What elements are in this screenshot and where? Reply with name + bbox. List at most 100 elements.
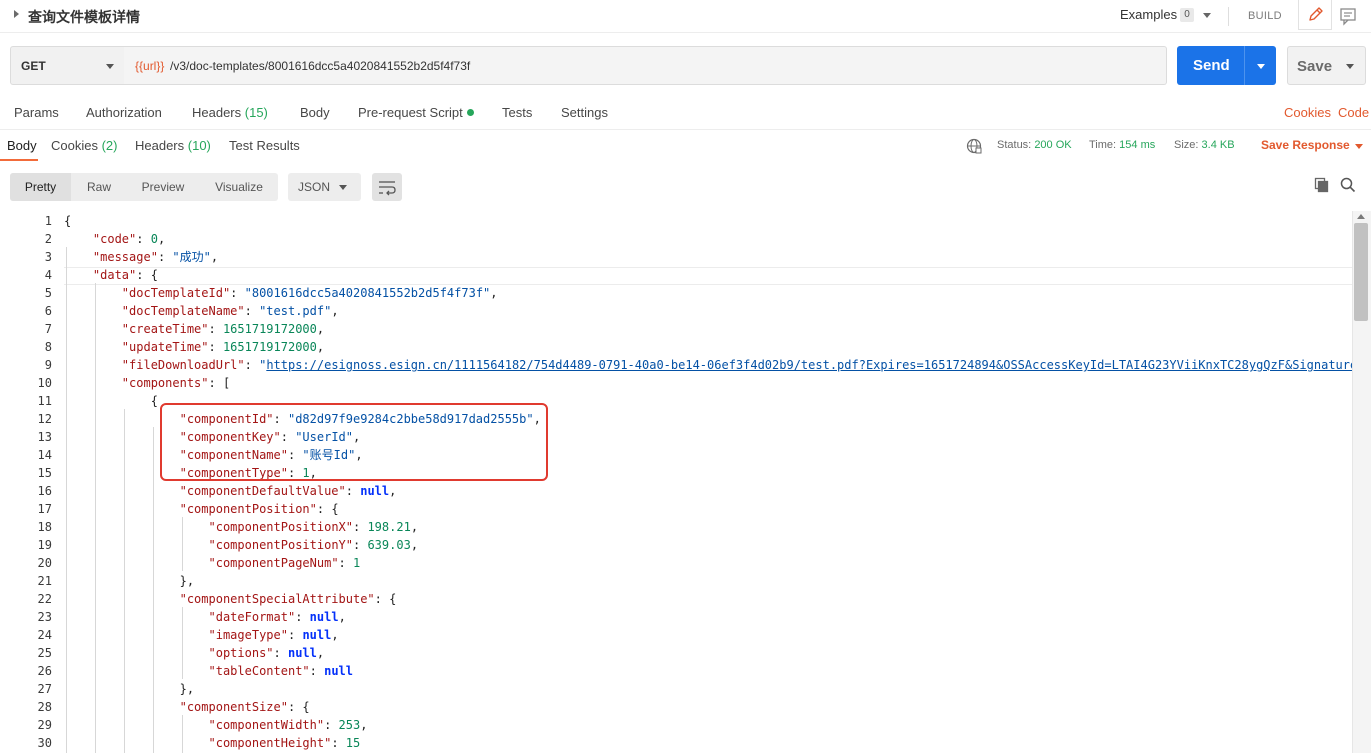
chevron-down-icon[interactable] bbox=[1203, 13, 1211, 18]
save-button[interactable]: Save bbox=[1287, 46, 1366, 85]
request-url-input[interactable]: {{url}} /v3/doc-templates/8001616dcc5a40… bbox=[124, 46, 1167, 85]
download-url-link[interactable]: https://esignoss.esign.cn/1111564182/754… bbox=[266, 358, 1364, 372]
status-readout: Status: 200 OK bbox=[997, 139, 1072, 151]
code-token: , bbox=[410, 538, 419, 552]
code-token: : bbox=[208, 322, 223, 336]
network-globe-icon[interactable] bbox=[966, 138, 982, 154]
examples-dropdown[interactable]: Examples bbox=[1120, 7, 1177, 22]
code-token: null bbox=[360, 484, 390, 498]
code-token: , bbox=[490, 286, 498, 300]
format-raw[interactable]: Raw bbox=[78, 173, 120, 201]
examples-count-badge: 0 bbox=[1180, 8, 1194, 22]
code-token: : bbox=[331, 736, 346, 750]
code-token: "docTemplateName" bbox=[121, 304, 245, 318]
code-token: null bbox=[324, 664, 354, 678]
current-line-highlight bbox=[64, 267, 1352, 285]
code-token: , bbox=[338, 610, 346, 624]
chevron-down-icon bbox=[106, 64, 114, 69]
format-visualize[interactable]: Visualize bbox=[208, 173, 270, 201]
line-number: 16 bbox=[37, 484, 52, 498]
line-number: 10 bbox=[37, 376, 52, 390]
code-line: "componentSpecialAttribute": { bbox=[64, 590, 397, 608]
line-number: 17 bbox=[37, 502, 52, 516]
code-line: "message": "成功", bbox=[64, 248, 218, 266]
chevron-down-icon[interactable] bbox=[1355, 144, 1363, 149]
request-title[interactable]: 查询文件模板详情 bbox=[28, 7, 140, 27]
copy-icon[interactable] bbox=[1314, 177, 1330, 193]
code-token: "8001616dcc5a4020841552b2d5f4f73f" bbox=[244, 286, 491, 300]
tab-body[interactable]: Body bbox=[300, 105, 330, 120]
wrap-lines-button[interactable] bbox=[372, 173, 402, 201]
scrollbar-thumb[interactable] bbox=[1354, 223, 1368, 321]
line-number: 8 bbox=[44, 340, 52, 354]
code-token: { bbox=[64, 214, 72, 228]
search-icon[interactable] bbox=[1340, 177, 1356, 193]
divider bbox=[1228, 7, 1229, 26]
save-button-label: Save bbox=[1297, 58, 1333, 75]
response-tab-cookies-label: Cookies bbox=[51, 138, 98, 153]
response-tab-body[interactable]: Body bbox=[7, 138, 37, 153]
code-token: null bbox=[309, 610, 339, 624]
response-tab-headers-label: Headers bbox=[135, 138, 185, 153]
code-token: "componentDefaultValue" bbox=[179, 484, 346, 498]
url-variable: {{url}} bbox=[135, 59, 165, 73]
code-token: "tableContent" bbox=[208, 664, 310, 678]
request-tabs: Params Authorization Headers (15) Body P… bbox=[0, 98, 1371, 130]
code-line: "componentPositionX": 198.21, bbox=[64, 518, 419, 536]
collapse-caret-icon[interactable] bbox=[14, 10, 19, 18]
code-token: "componentPositionX" bbox=[208, 520, 354, 534]
code-token: : { bbox=[287, 700, 310, 714]
code-token: "imageType" bbox=[208, 628, 288, 642]
tab-tests[interactable]: Tests bbox=[502, 105, 532, 120]
code-line: "componentDefaultValue": null, bbox=[64, 482, 397, 500]
line-number: 18 bbox=[37, 520, 52, 534]
send-button[interactable]: Send bbox=[1177, 46, 1276, 85]
code-token: : bbox=[309, 664, 325, 678]
code-line: { bbox=[64, 392, 158, 410]
response-tabs: Body Cookies (2) Headers (10) Test Resul… bbox=[0, 131, 1371, 161]
line-number: 3 bbox=[44, 250, 52, 264]
line-number: 12 bbox=[37, 412, 52, 426]
http-method-select[interactable]: GET bbox=[10, 46, 125, 85]
response-body-editor[interactable]: 1 {2 "code": 0, 3 "message": "成功", 4 "data"… bbox=[0, 211, 1371, 753]
code-token: { bbox=[64, 394, 158, 408]
save-options-chevron-icon[interactable] bbox=[1346, 64, 1354, 69]
code-line: "componentPosition": { bbox=[64, 500, 339, 518]
code-link[interactable]: Code bbox=[1338, 105, 1369, 120]
language-select[interactable]: JSON bbox=[288, 173, 361, 201]
format-pretty[interactable]: Pretty bbox=[10, 173, 71, 201]
code-token: "componentSpecialAttribute" bbox=[179, 592, 375, 606]
time-value[interactable]: 154 ms bbox=[1119, 139, 1155, 151]
tab-headers-count: (15) bbox=[244, 105, 268, 120]
build-mode-label[interactable]: BUILD bbox=[1248, 10, 1282, 22]
tab-pre-request-label: Pre-request Script bbox=[358, 105, 463, 120]
format-preview[interactable]: Preview bbox=[134, 173, 192, 201]
tab-params[interactable]: Params bbox=[14, 105, 59, 120]
save-response-button[interactable]: Save Response bbox=[1261, 138, 1350, 152]
response-tab-headers[interactable]: Headers (10) bbox=[135, 138, 211, 153]
chevron-down-icon bbox=[339, 185, 347, 190]
size-value[interactable]: 3.4 KB bbox=[1202, 139, 1235, 151]
scroll-up-arrow-icon[interactable] bbox=[1357, 214, 1365, 219]
tab-authorization[interactable]: Authorization bbox=[86, 105, 162, 120]
status-value[interactable]: 200 OK bbox=[1034, 139, 1071, 151]
edit-pencil-button[interactable] bbox=[1298, 0, 1332, 30]
response-tab-test-results[interactable]: Test Results bbox=[229, 138, 300, 153]
line-number: 15 bbox=[37, 466, 52, 480]
body-format-group: Pretty Raw Preview Visualize bbox=[10, 173, 278, 201]
tab-headers[interactable]: Headers (15) bbox=[192, 105, 268, 120]
send-options-chevron-icon[interactable] bbox=[1257, 64, 1265, 69]
tab-settings[interactable]: Settings bbox=[561, 105, 608, 120]
tab-pre-request-script[interactable]: Pre-request Script bbox=[358, 105, 474, 120]
code-token: 639.03 bbox=[367, 538, 411, 552]
cookies-link[interactable]: Cookies bbox=[1284, 105, 1331, 120]
response-tab-cookies[interactable]: Cookies (2) bbox=[51, 138, 117, 153]
comments-button[interactable] bbox=[1334, 4, 1362, 28]
line-number: 11 bbox=[37, 394, 52, 408]
